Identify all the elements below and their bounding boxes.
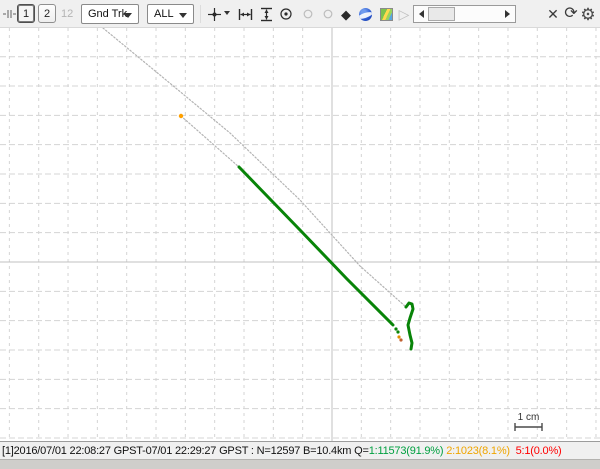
scroll-left-arrow[interactable] (419, 10, 424, 18)
status-q2-float: 2:1023(8.1%) (446, 445, 510, 457)
gear-glyph: ⚙ (580, 6, 595, 23)
center-cursor-icon[interactable] (206, 6, 222, 22)
scrollbar-thumb[interactable] (428, 7, 455, 21)
gripper-bar (10, 10, 12, 18)
track-end-hook (406, 303, 413, 349)
solution-2-button[interactable]: 2 (38, 4, 56, 23)
chevron-down-icon (124, 13, 132, 18)
solution-12-button[interactable]: 12 (61, 8, 73, 20)
rtkplot-window: 1 2 12 Gnd Trk ALL (0, 0, 600, 469)
solution-1-button[interactable]: 1 (17, 4, 35, 23)
toolbar: 1 2 12 Gnd Trk ALL (0, 0, 600, 28)
plot-type-select[interactable]: Gnd Trk (81, 4, 139, 24)
reference-track-line (181, 116, 239, 167)
window-bottom-edge (0, 459, 600, 469)
track-point (397, 335, 400, 338)
fix-center-icon[interactable] (278, 6, 294, 22)
circle2-icon[interactable] (320, 6, 336, 22)
map-thumbnail (380, 8, 393, 21)
gripper-dash (3, 13, 6, 15)
satellite-select[interactable]: ALL (147, 4, 194, 24)
animate-icon[interactable]: ▷ (396, 6, 412, 22)
google-earth-icon[interactable] (357, 6, 373, 22)
gripper-dash (13, 13, 16, 15)
diamond-glyph: ◆ (341, 8, 351, 21)
scroll-right-arrow[interactable] (505, 10, 510, 18)
track-point (399, 338, 402, 341)
circle1-icon[interactable] (300, 6, 316, 22)
ground-track-plot[interactable]: 1 cm (0, 28, 600, 441)
status-q5-single: 5:1(0.0%) (516, 445, 562, 457)
plot-canvas[interactable]: 1 cm (0, 28, 600, 441)
track-point (396, 330, 399, 333)
close-icon[interactable]: ✕ (545, 6, 561, 22)
play-glyph: ▷ (399, 7, 410, 21)
toolbar-separator (200, 5, 201, 23)
google-earth-globe (359, 8, 372, 21)
close-glyph: ✕ (547, 7, 559, 21)
satellite-value: ALL (154, 8, 174, 20)
reference-track-line (103, 28, 406, 307)
track-point (394, 327, 397, 330)
chevron-down-icon (179, 13, 187, 18)
time-scrollbar[interactable] (413, 5, 516, 23)
fix-cursor-icon[interactable]: ◆ (338, 6, 354, 22)
fit-horizontal-icon[interactable] (237, 6, 253, 22)
refresh-glyph: ⟳ (564, 6, 577, 22)
options-icon[interactable]: ⚙ (580, 6, 596, 22)
plot-type-value: Gnd Trk (88, 8, 127, 20)
status-bar: [1]2016/07/01 22:08:27 GPST-07/01 22:29:… (0, 441, 600, 459)
refresh-icon[interactable]: ⟳ (563, 6, 579, 22)
scale-bar-label: 1 cm (518, 412, 540, 423)
status-time-range: [1]2016/07/01 22:08:27 GPST-07/01 22:29:… (2, 445, 369, 457)
gripper-bar (7, 10, 9, 18)
fit-vertical-icon[interactable] (258, 6, 274, 22)
drag-gripper[interactable] (3, 10, 14, 18)
center-dropdown-arrow[interactable] (224, 11, 230, 15)
fixed-solution-track (239, 167, 393, 325)
status-q1-fixed: 1:11573(91.9%) (369, 445, 444, 457)
track-point (179, 114, 183, 118)
map-view-icon[interactable] (378, 6, 394, 22)
